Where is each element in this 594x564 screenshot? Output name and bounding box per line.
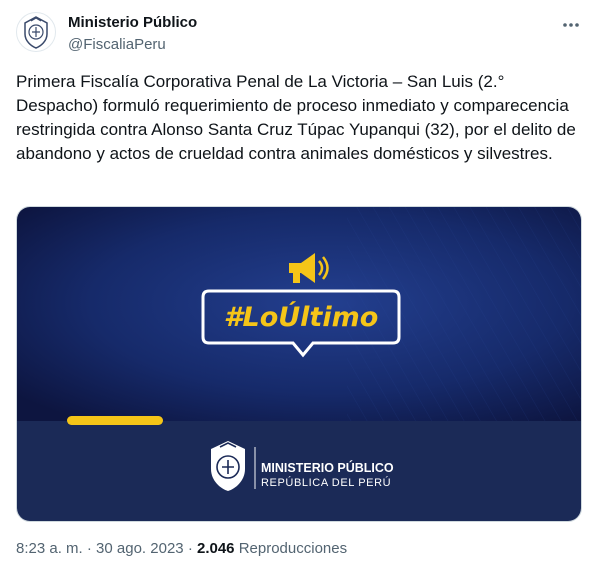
accent-bar	[67, 416, 163, 425]
author-handle[interactable]: @FiscaliaPeru	[68, 36, 166, 53]
meta-separator: ·	[187, 540, 193, 557]
tweet-meta: 8:23 a. m. · 30 ago. 2023 · 2.046 Reprod…	[16, 540, 347, 557]
avatar[interactable]	[16, 12, 56, 52]
views-count[interactable]: 2.046	[197, 540, 235, 557]
tweet: Ministerio Público @FiscaliaPeru Primera…	[0, 0, 594, 564]
more-options-button[interactable]	[558, 12, 584, 38]
tweet-date[interactable]: 30 ago. 2023	[96, 540, 184, 557]
tweet-time[interactable]: 8:23 a. m.	[16, 540, 83, 557]
government-seal-icon	[24, 16, 48, 49]
banner-texture	[347, 207, 581, 421]
views-label[interactable]: Reproducciones	[239, 540, 347, 557]
org-country: REPÚBLICA DEL PERÚ	[261, 476, 391, 489]
more-horizontal-icon	[563, 23, 579, 27]
meta-separator: ·	[86, 540, 92, 557]
tweet-text: Primera Fiscalía Corporativa Penal de La…	[16, 72, 581, 163]
author-name[interactable]: Ministerio Público	[68, 14, 197, 31]
hashtag-text: #LoÚltimo	[224, 301, 379, 333]
org-name: MINISTERIO PÚBLICO	[261, 460, 394, 475]
tweet-media-image[interactable]: #LoÚltimo MINISTERIO PÚBLICO REPÚBLICA D…	[16, 206, 582, 522]
